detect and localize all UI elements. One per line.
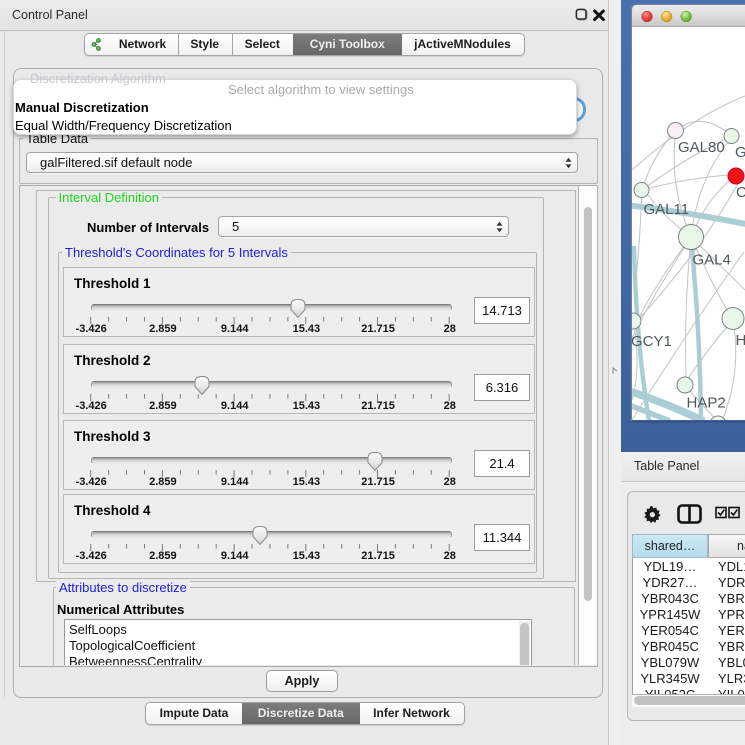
svg-text:CY: CY xyxy=(736,184,745,201)
svg-text:GA: GA xyxy=(735,144,745,161)
svg-text:HA: HA xyxy=(736,332,745,349)
svg-text:GAL4: GAL4 xyxy=(693,252,731,269)
svg-text:GAL80: GAL80 xyxy=(678,139,725,156)
svg-text:GCY1: GCY1 xyxy=(631,333,672,350)
svg-text:HAP2: HAP2 xyxy=(687,395,726,412)
svg-text:GAL11: GAL11 xyxy=(644,201,690,218)
